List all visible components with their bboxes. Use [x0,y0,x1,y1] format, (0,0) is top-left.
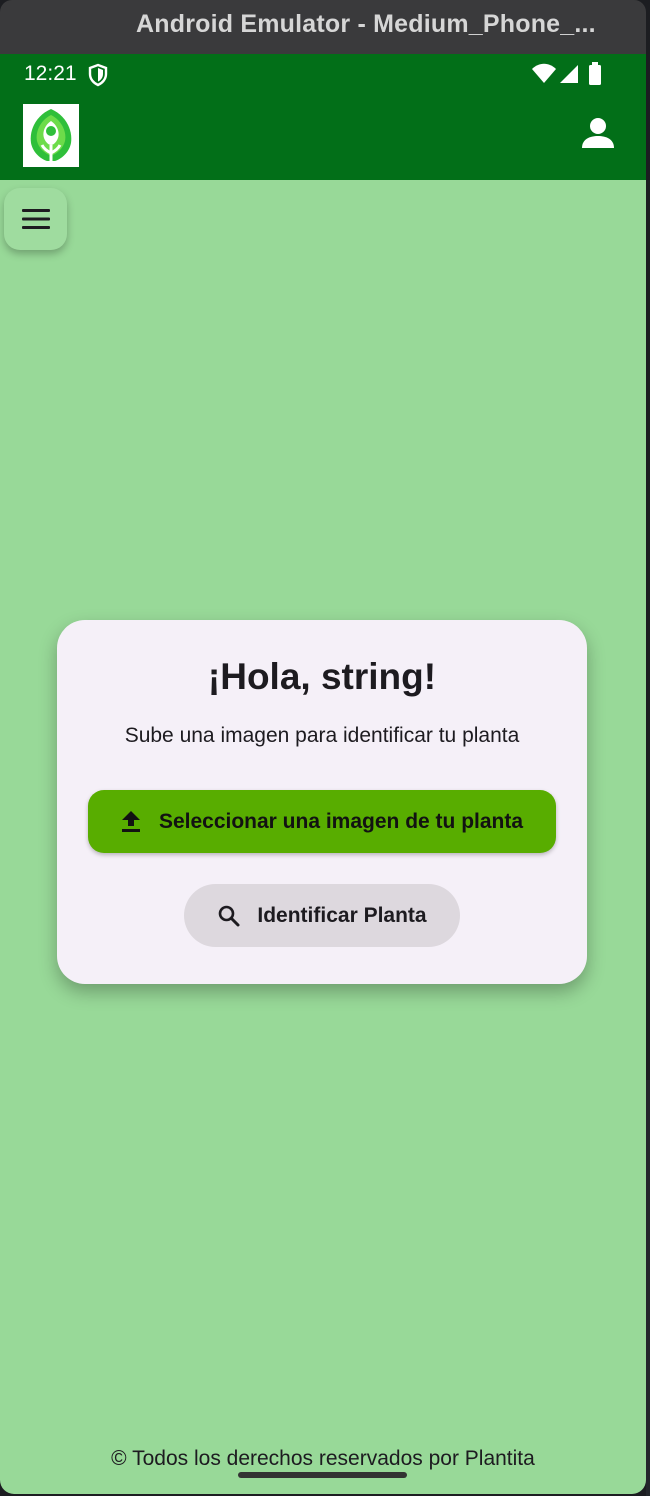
search-icon [219,905,240,926]
footer-copyright: © Todos los derechos reservados por Plan… [111,1447,535,1470]
card-subtitle: Sube una imagen para identificar tu plan… [124,724,520,747]
background-window-edge [646,1080,650,1496]
profile-button[interactable] [578,114,618,154]
identify-plant-label: Identificar Planta [257,903,427,927]
select-image-button[interactable]: Seleccionar una imagen de tu planta [88,790,556,853]
gesture-nav-handle[interactable] [238,1472,407,1478]
upload-icon [121,810,140,832]
identify-plant-button[interactable]: Identificar Planta [184,884,460,947]
signal-icon [558,63,578,90]
wifi-icon [532,63,556,90]
plant-tree-logo [23,104,79,167]
menu-button[interactable] [4,188,67,250]
greeting-title: ¡Hola, string! [207,656,437,697]
status-time: 12:21 [24,62,77,85]
select-image-label: Seleccionar una imagen de tu planta [158,809,524,833]
shield-icon [88,63,108,92]
phone-screen: 12:21 ¡Hola, string! Sube una imagen par… [0,54,646,1494]
window-title: Android Emulator - Medium_Phone_... [136,10,596,38]
status-bar: 12:21 [0,54,646,98]
hamburger-menu-icon [21,209,50,229]
emulator-title-bar: Android Emulator - Medium_Phone_... [0,0,646,54]
person-icon [582,118,614,148]
identify-card: ¡Hola, string! Sube una imagen para iden… [57,620,587,984]
battery-icon [588,62,602,91]
app-bar [0,98,646,180]
